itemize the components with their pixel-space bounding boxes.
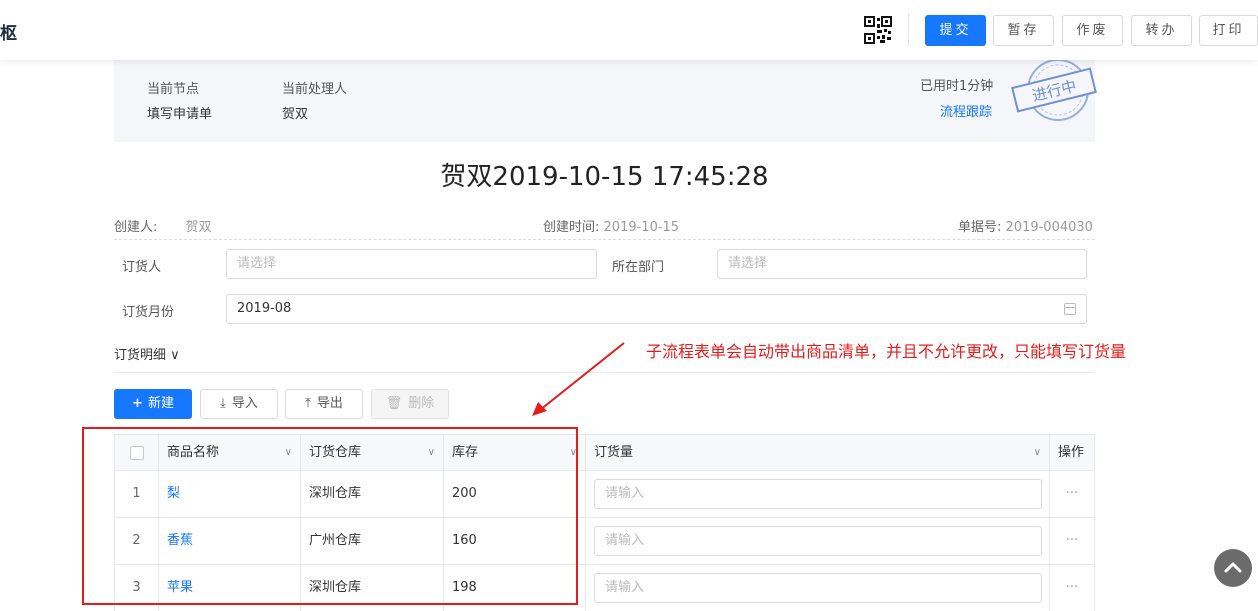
brand-logo: 枢 bbox=[0, 24, 17, 44]
plus-icon: + bbox=[132, 396, 143, 411]
annotation-arrow bbox=[532, 342, 625, 416]
doc-number-value: 2019-004030 bbox=[1005, 220, 1093, 235]
created-time-meta: 创建时间: 2019-10-15 bbox=[543, 216, 679, 235]
order-month-label: 订货月份 bbox=[122, 305, 175, 320]
print-button[interactable]: 打印 bbox=[1199, 15, 1258, 46]
stamp-icon: 进行中 bbox=[1011, 59, 1097, 121]
annotation-highlight-box bbox=[82, 427, 578, 605]
export-button[interactable]: ⤒ 导出 bbox=[285, 389, 363, 419]
creator-label: 创建人: bbox=[114, 220, 158, 235]
doc-number-label: 单据号: bbox=[958, 220, 1002, 235]
qr-code-icon[interactable] bbox=[864, 16, 892, 44]
column-header-quantity[interactable]: 订货量 ∨ bbox=[586, 435, 1050, 471]
ops-cell: ··· bbox=[1050, 565, 1095, 611]
orderer-label: 订货人 bbox=[122, 260, 162, 275]
quantity-cell: 请输入 bbox=[586, 471, 1050, 518]
calendar-icon bbox=[1064, 303, 1076, 315]
order-month-value: 2019-08 bbox=[237, 301, 292, 316]
annotation-callout: 子流程表单会自动带出商品清单，并且不允许更改，只能填写订货量 bbox=[646, 342, 1127, 361]
import-button[interactable]: ⤓ 导入 bbox=[200, 389, 278, 419]
download-icon: ⤓ bbox=[220, 396, 226, 411]
order-detail-section-toggle[interactable]: 订货明细 ∨ bbox=[114, 344, 180, 363]
transfer-button[interactable]: 转办 bbox=[1131, 15, 1192, 46]
meta-divider bbox=[114, 239, 1095, 240]
workflow-status-panel: 当前节点 填写申请单 当前处理人 贺双 已用时1分钟 流程跟踪 bbox=[114, 60, 1095, 142]
elapsed-time: 已用时1分钟 bbox=[920, 79, 994, 94]
creator-meta: 创建人: 贺双 bbox=[114, 216, 212, 235]
save-draft-button[interactable]: 暂存 bbox=[993, 15, 1054, 46]
current-handler-label: 当前处理人 bbox=[282, 82, 348, 97]
more-actions-icon[interactable]: ··· bbox=[1050, 518, 1094, 564]
document-title: 贺双2019-10-15 17:45:28 bbox=[440, 162, 769, 192]
orderer-select[interactable]: 请选择 bbox=[226, 249, 597, 279]
quantity-input[interactable]: 请输入 bbox=[594, 526, 1042, 556]
toolbar-divider bbox=[908, 14, 909, 46]
submit-button[interactable]: 提交 bbox=[925, 15, 986, 46]
creator-value: 贺双 bbox=[185, 220, 212, 235]
process-trace-link[interactable]: 流程跟踪 bbox=[940, 101, 992, 120]
doc-number-meta: 单据号: 2019-004030 bbox=[958, 216, 1093, 235]
created-time-value: 2019-10-15 bbox=[603, 220, 680, 235]
back-to-top-button[interactable] bbox=[1214, 549, 1252, 587]
quantity-input[interactable]: 请输入 bbox=[594, 573, 1042, 603]
quantity-cell: 请输入 bbox=[586, 518, 1050, 565]
column-header-ops: 操作 bbox=[1050, 435, 1095, 471]
new-row-button[interactable]: + 新建 bbox=[114, 389, 192, 419]
current-handler-value: 贺双 bbox=[282, 107, 309, 122]
arrow-up-icon bbox=[1224, 562, 1242, 573]
more-actions-icon[interactable]: ··· bbox=[1050, 565, 1094, 611]
trash-icon: 🗑 bbox=[385, 396, 403, 411]
created-time-label: 创建时间: bbox=[543, 220, 600, 235]
current-node-value: 填写申请单 bbox=[147, 107, 213, 122]
top-toolbar: 枢 提交 暂存 作废 转办 打印 bbox=[0, 0, 1258, 60]
void-button[interactable]: 作废 bbox=[1062, 15, 1123, 46]
department-select[interactable]: 请选择 bbox=[717, 249, 1087, 279]
chevron-down-icon: ∨ bbox=[1033, 447, 1041, 458]
ops-cell: ··· bbox=[1050, 518, 1095, 565]
order-month-picker[interactable]: 2019-08 bbox=[226, 294, 1087, 324]
quantity-input[interactable]: 请输入 bbox=[594, 479, 1042, 509]
upload-icon: ⤒ bbox=[305, 396, 311, 411]
delete-button: 🗑 删除 bbox=[371, 389, 449, 419]
department-label: 所在部门 bbox=[612, 260, 665, 275]
more-actions-icon[interactable]: ··· bbox=[1050, 471, 1094, 517]
quantity-cell: 请输入 bbox=[586, 565, 1050, 611]
ops-cell: ··· bbox=[1050, 471, 1095, 518]
current-node-label: 当前节点 bbox=[147, 82, 200, 97]
